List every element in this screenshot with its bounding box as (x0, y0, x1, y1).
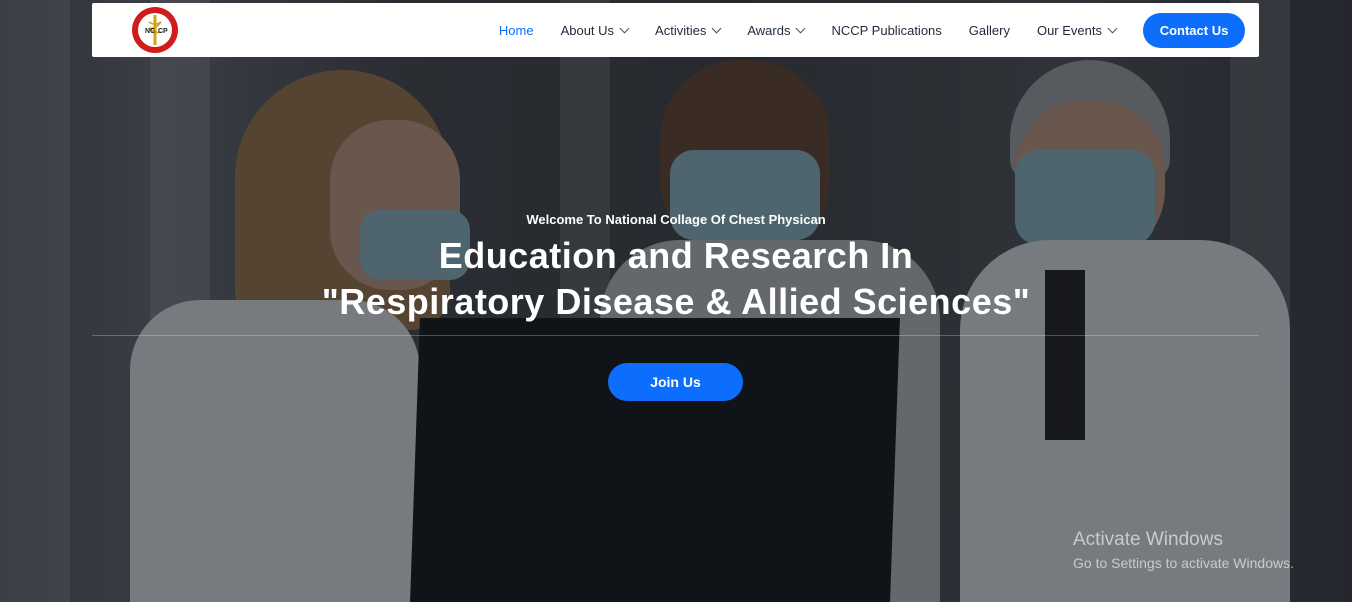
nav-item-awards[interactable]: Awards (747, 22, 806, 38)
nccp-logo[interactable]: NC CP (131, 6, 179, 54)
hero-welcome-text: Welcome To National Collage Of Chest Phy… (526, 212, 826, 227)
nav-item-our-events[interactable]: Our Events (1036, 22, 1118, 38)
nav-item-label: NCCP Publications (831, 22, 942, 38)
hero-headline: Education and Research In "Respiratory D… (0, 233, 1352, 325)
nav-item-label: Awards (747, 22, 791, 38)
chevron-down-icon (1107, 23, 1118, 33)
join-us-button[interactable]: Join Us (608, 363, 743, 401)
nav-item-gallery[interactable]: Gallery (969, 23, 1010, 38)
nav-item-label: Gallery (968, 22, 1010, 38)
hero-headline-line1: Education and Research In (438, 235, 914, 276)
chevron-down-icon (796, 23, 806, 33)
chevron-down-icon (711, 23, 722, 33)
hero-headline-line2: "Respiratory Disease & Allied Sciences" (321, 281, 1031, 322)
logo-text-left: NC (145, 28, 155, 35)
nav-item-about-us[interactable]: About Us (560, 22, 630, 38)
nav-item-nccp-publications[interactable]: NCCP Publications (831, 23, 941, 38)
nav-item-home[interactable]: Home (499, 23, 534, 38)
nav-menu: Home About Us Activities Awards NCCP Pub… (472, 3, 1259, 57)
nav-item-activities[interactable]: Activities (655, 22, 722, 38)
top-navbar: NC CP Home About Us Activities Awards NC… (92, 3, 1259, 57)
watermark-title: Activate Windows (1073, 529, 1223, 550)
nav-item-label: Home (498, 22, 534, 38)
logo-text-right: CP (158, 28, 168, 35)
nav-item-label: Our Events (1036, 22, 1102, 38)
contact-us-button[interactable]: Contact Us (1143, 12, 1245, 48)
activate-windows-watermark: Activate Windows Go to Settings to activ… (1073, 529, 1294, 571)
chevron-down-icon (619, 23, 630, 33)
hero-divider (92, 335, 1259, 336)
nav-item-label: Activities (655, 22, 707, 38)
watermark-subtitle: Go to Settings to activate Windows. (1073, 555, 1294, 571)
nav-item-label: About Us (560, 22, 615, 38)
